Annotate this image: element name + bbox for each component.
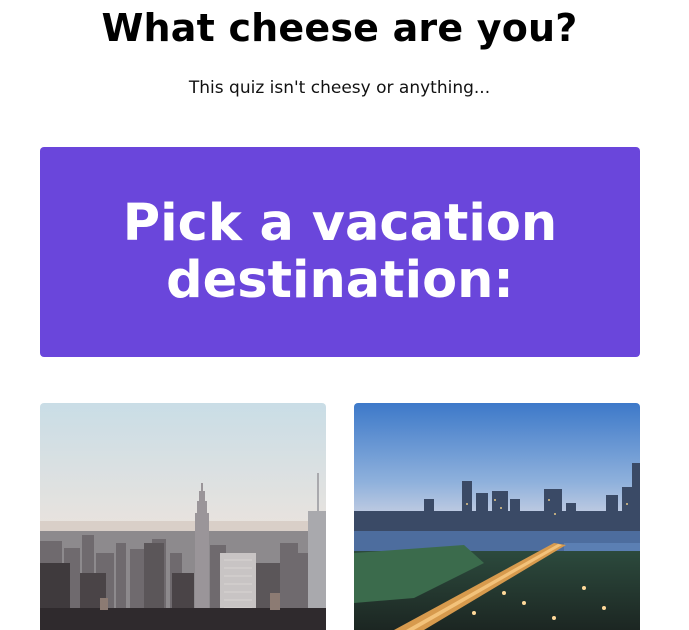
answer-option-new-york[interactable] xyxy=(40,403,326,630)
new-york-skyline-image xyxy=(40,403,326,630)
question-card: Pick a vacation destination: xyxy=(40,147,640,357)
quiz-subtitle: This quiz isn't cheesy or anything... xyxy=(188,78,491,98)
quiz-page: What cheese are you? This quiz isn't che… xyxy=(0,0,689,630)
quiz-title: What cheese are you? xyxy=(101,6,578,50)
question-text: Pick a vacation destination: xyxy=(122,194,558,310)
answer-option-austin[interactable] xyxy=(354,403,640,630)
austin-skyline-image xyxy=(354,403,640,630)
